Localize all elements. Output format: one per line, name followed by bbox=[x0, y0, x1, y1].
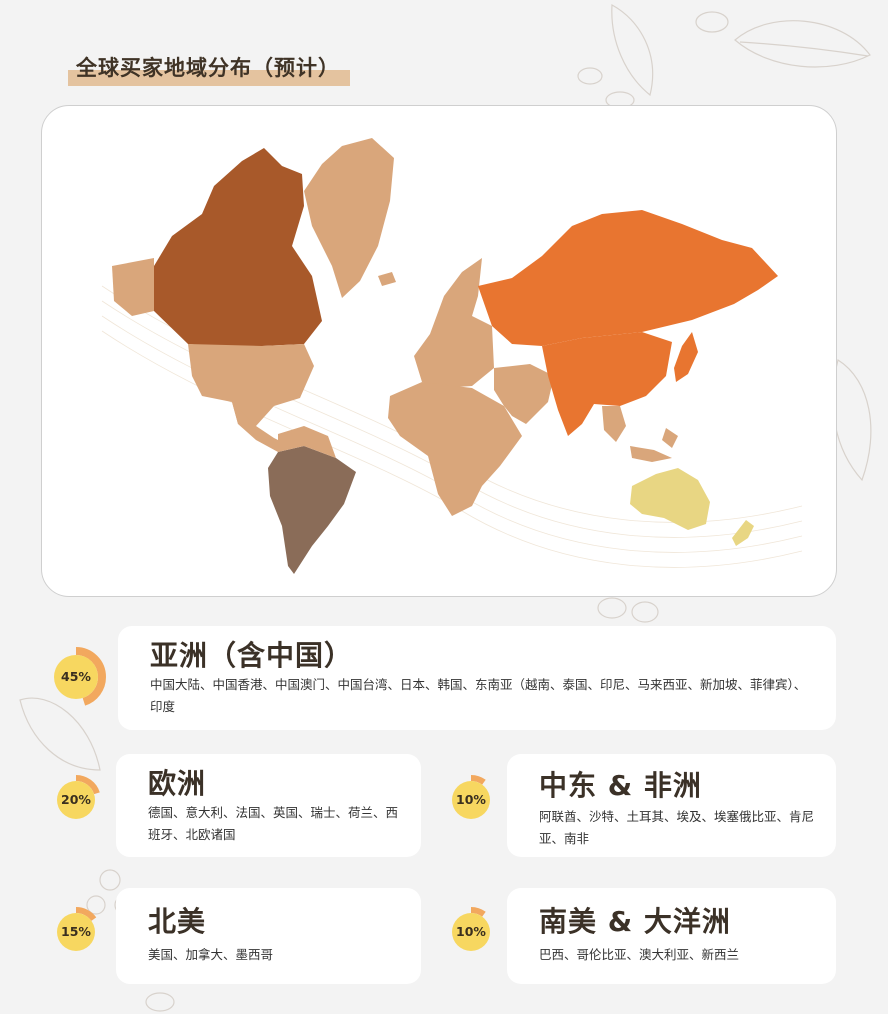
sao-card: 南美 & 大洋洲 巴西、哥伦比亚、澳大利亚、新西兰 bbox=[507, 888, 836, 984]
mea-card: 中东 & 非洲 阿联酋、沙特、土耳其、埃及、埃塞俄比亚、肯尼亚、南非 bbox=[507, 754, 836, 857]
southeast-asia-shape bbox=[602, 406, 678, 462]
europe-region-countries: 德国、意大利、法国、英国、瑞士、荷兰、西班牙、北欧诸国 bbox=[148, 805, 399, 842]
asia-share-label: 45% bbox=[61, 669, 91, 684]
new-zealand-shape bbox=[732, 520, 754, 546]
mea-region-countries: 阿联酋、沙特、土耳其、埃及、埃塞俄比亚、肯尼亚、南非 bbox=[539, 809, 815, 846]
north-america-south-shape bbox=[188, 344, 314, 426]
north-america-region-countries: 美国、加拿大、墨西哥 bbox=[148, 947, 274, 962]
europe-card: 欧洲 德国、意大利、法国、英国、瑞士、荷兰、西班牙、北欧诸国 bbox=[116, 754, 421, 857]
north-america-north-shape bbox=[154, 148, 322, 346]
asia-card: 亚洲（含中国） 中国大陆、中国香港、中国澳门、中国台湾、日本、韩国、东南亚（越南… bbox=[118, 626, 836, 730]
asia-region-countries: 中国大陆、中国香港、中国澳门、中国台湾、日本、韩国、东南亚（越南、泰国、印尼、马… bbox=[150, 677, 807, 714]
world-map bbox=[101, 138, 803, 574]
world-map-card bbox=[41, 105, 837, 597]
mea-region-name: 中东 & 非洲 bbox=[539, 769, 702, 802]
europe-share-badge: 20% bbox=[48, 772, 104, 828]
mea-share-label: 10% bbox=[456, 792, 486, 807]
iceland-shape bbox=[378, 272, 396, 286]
south-america-shape bbox=[268, 446, 356, 574]
page-title-block: 全球买家地域分布（预计） bbox=[68, 52, 350, 86]
north-america-card: 北美 美国、加拿大、墨西哥 bbox=[116, 888, 421, 984]
europe-region-name: 欧洲 bbox=[148, 767, 207, 800]
sao-share-badge: 10% bbox=[443, 904, 499, 960]
russia-shape bbox=[478, 210, 778, 346]
page-title: 全球买家地域分布（预计） bbox=[76, 56, 340, 80]
greenland-shape bbox=[304, 138, 394, 298]
asia-share-badge: 45% bbox=[44, 645, 108, 709]
alaska-shape bbox=[112, 258, 154, 316]
north-america-region-name: 北美 bbox=[148, 905, 207, 938]
north-america-share-badge: 15% bbox=[48, 904, 104, 960]
australia-shape bbox=[630, 468, 710, 530]
japan-shape bbox=[674, 332, 698, 382]
sao-share-label: 10% bbox=[456, 924, 486, 939]
europe-share-label: 20% bbox=[61, 792, 91, 807]
north-america-share-label: 15% bbox=[61, 924, 91, 939]
europe-shape bbox=[414, 258, 494, 388]
mea-share-badge: 10% bbox=[443, 772, 499, 828]
asia-region-name: 亚洲（含中国） bbox=[150, 639, 354, 672]
sao-region-countries: 巴西、哥伦比亚、澳大利亚、新西兰 bbox=[539, 947, 740, 962]
sao-region-name: 南美 & 大洋洲 bbox=[539, 905, 731, 938]
